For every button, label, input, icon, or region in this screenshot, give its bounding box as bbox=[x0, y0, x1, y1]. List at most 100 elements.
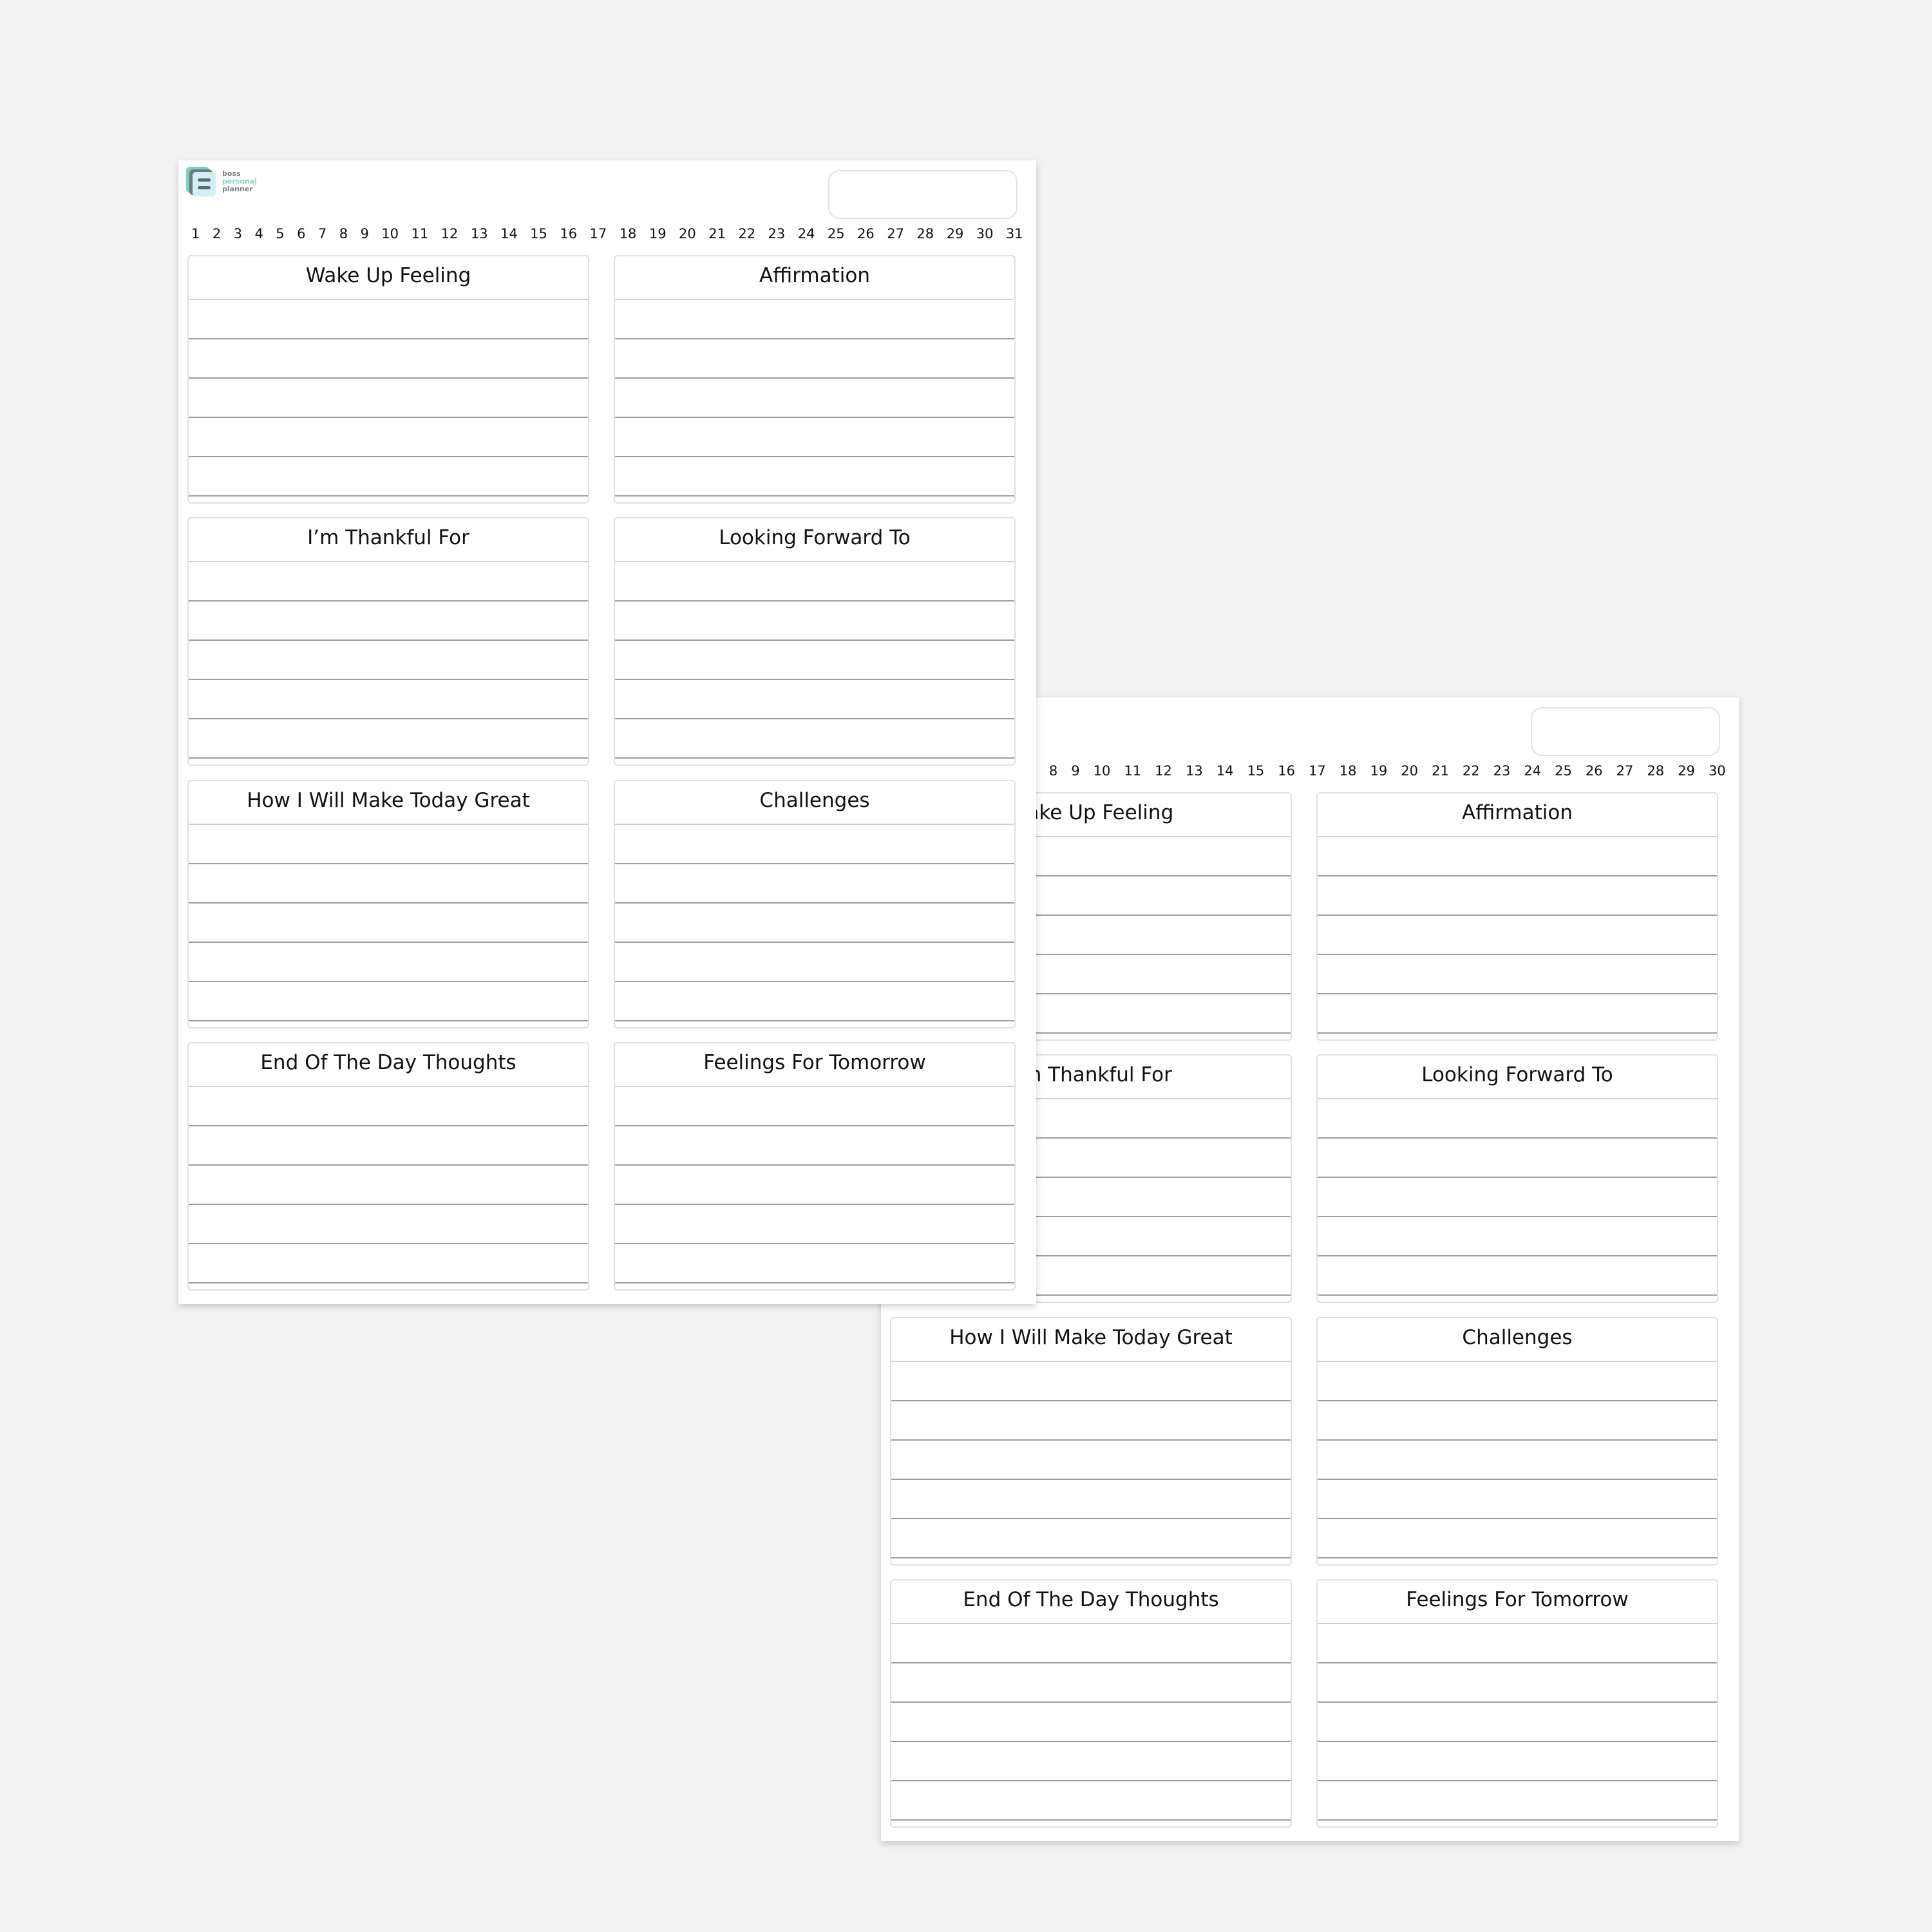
writing-line[interactable] bbox=[891, 1441, 1291, 1480]
day-10[interactable]: 10 bbox=[381, 226, 399, 242]
day-4[interactable]: 4 bbox=[254, 226, 263, 242]
writing-line[interactable] bbox=[189, 300, 588, 339]
writing-line[interactable] bbox=[189, 825, 588, 864]
day-22[interactable]: 22 bbox=[738, 226, 755, 242]
day-23[interactable]: 23 bbox=[768, 226, 786, 242]
day-10[interactable]: 10 bbox=[1094, 763, 1111, 779]
writing-line[interactable] bbox=[189, 864, 588, 904]
writing-line[interactable] bbox=[1318, 1441, 1717, 1480]
writing-line[interactable] bbox=[189, 943, 588, 982]
writing-line[interactable] bbox=[891, 1401, 1291, 1441]
day-14[interactable]: 14 bbox=[500, 226, 518, 242]
writing-line[interactable] bbox=[1318, 1663, 1717, 1703]
writing-line[interactable] bbox=[189, 339, 588, 379]
day-13[interactable]: 13 bbox=[1186, 763, 1203, 779]
day-30[interactable]: 30 bbox=[1709, 763, 1726, 779]
day-19[interactable]: 19 bbox=[649, 226, 667, 242]
day-19[interactable]: 19 bbox=[1370, 763, 1388, 779]
writing-line[interactable] bbox=[1318, 1217, 1717, 1256]
day-18[interactable]: 18 bbox=[1340, 763, 1357, 779]
writing-line[interactable] bbox=[1318, 1178, 1717, 1217]
day-9[interactable]: 9 bbox=[361, 226, 369, 242]
day-30[interactable]: 30 bbox=[976, 226, 994, 242]
day-26[interactable]: 26 bbox=[857, 226, 875, 242]
day-6[interactable]: 6 bbox=[297, 226, 305, 242]
writing-line[interactable] bbox=[1318, 1139, 1717, 1178]
writing-line[interactable] bbox=[615, 418, 1014, 457]
writing-line[interactable] bbox=[1318, 837, 1717, 876]
writing-line[interactable] bbox=[1318, 916, 1717, 955]
writing-line[interactable] bbox=[891, 1663, 1291, 1703]
writing-line[interactable] bbox=[1318, 1703, 1717, 1742]
day-24[interactable]: 24 bbox=[1524, 763, 1541, 779]
writing-line[interactable] bbox=[189, 641, 588, 680]
writing-line[interactable] bbox=[189, 1244, 588, 1283]
day-16[interactable]: 16 bbox=[1278, 763, 1295, 779]
writing-line[interactable] bbox=[1318, 955, 1717, 994]
day-27[interactable]: 27 bbox=[1616, 763, 1634, 779]
day-9[interactable]: 9 bbox=[1071, 763, 1079, 779]
writing-line[interactable] bbox=[615, 680, 1014, 719]
writing-line[interactable] bbox=[615, 457, 1014, 497]
writing-line[interactable] bbox=[1318, 994, 1717, 1034]
writing-line[interactable] bbox=[615, 864, 1014, 904]
writing-line[interactable] bbox=[189, 457, 588, 497]
writing-line[interactable] bbox=[891, 1480, 1291, 1519]
writing-line[interactable] bbox=[891, 1624, 1291, 1663]
day-12[interactable]: 12 bbox=[441, 226, 459, 242]
writing-line[interactable] bbox=[1318, 1362, 1717, 1401]
writing-line[interactable] bbox=[615, 1166, 1014, 1205]
day-28[interactable]: 28 bbox=[916, 226, 934, 242]
day-8[interactable]: 8 bbox=[1049, 763, 1057, 779]
writing-line[interactable] bbox=[615, 1244, 1014, 1283]
day-15[interactable]: 15 bbox=[530, 226, 547, 242]
day-25[interactable]: 25 bbox=[1555, 763, 1572, 779]
writing-line[interactable] bbox=[615, 641, 1014, 680]
day-17[interactable]: 17 bbox=[1309, 763, 1326, 779]
day-1[interactable]: 1 bbox=[191, 226, 200, 242]
writing-line[interactable] bbox=[1318, 1742, 1717, 1781]
day-20[interactable]: 20 bbox=[679, 226, 696, 242]
day-3[interactable]: 3 bbox=[234, 226, 242, 242]
writing-line[interactable] bbox=[1318, 1401, 1717, 1441]
writing-line[interactable] bbox=[189, 719, 588, 759]
writing-line[interactable] bbox=[615, 719, 1014, 759]
day-28[interactable]: 28 bbox=[1647, 763, 1664, 779]
day-5[interactable]: 5 bbox=[276, 226, 284, 242]
day-21[interactable]: 21 bbox=[1432, 763, 1449, 779]
day-2[interactable]: 2 bbox=[213, 226, 221, 242]
writing-line[interactable] bbox=[189, 418, 588, 457]
writing-line[interactable] bbox=[1318, 1256, 1717, 1296]
day-17[interactable]: 17 bbox=[590, 226, 607, 242]
writing-line[interactable] bbox=[189, 904, 588, 943]
writing-line[interactable] bbox=[615, 1205, 1014, 1244]
writing-line[interactable] bbox=[615, 601, 1014, 641]
writing-line[interactable] bbox=[615, 982, 1014, 1021]
day-27[interactable]: 27 bbox=[887, 226, 904, 242]
writing-line[interactable] bbox=[615, 562, 1014, 601]
day-26[interactable]: 26 bbox=[1586, 763, 1603, 779]
date-field[interactable] bbox=[1531, 707, 1720, 756]
day-31[interactable]: 31 bbox=[1006, 226, 1023, 242]
day-29[interactable]: 29 bbox=[1678, 763, 1695, 779]
writing-line[interactable] bbox=[189, 1205, 588, 1244]
writing-line[interactable] bbox=[615, 943, 1014, 982]
writing-line[interactable] bbox=[615, 379, 1014, 418]
writing-line[interactable] bbox=[1318, 876, 1717, 916]
writing-line[interactable] bbox=[615, 1087, 1014, 1126]
day-20[interactable]: 20 bbox=[1401, 763, 1418, 779]
day-24[interactable]: 24 bbox=[798, 226, 815, 242]
day-13[interactable]: 13 bbox=[471, 226, 488, 242]
day-25[interactable]: 25 bbox=[828, 226, 845, 242]
writing-line[interactable] bbox=[891, 1362, 1291, 1401]
writing-line[interactable] bbox=[615, 1126, 1014, 1166]
writing-line[interactable] bbox=[1318, 1099, 1717, 1139]
day-14[interactable]: 14 bbox=[1217, 763, 1234, 779]
writing-line[interactable] bbox=[891, 1703, 1291, 1742]
day-22[interactable]: 22 bbox=[1463, 763, 1480, 779]
date-field[interactable] bbox=[828, 170, 1018, 219]
day-11[interactable]: 11 bbox=[411, 226, 428, 242]
writing-line[interactable] bbox=[615, 339, 1014, 379]
writing-line[interactable] bbox=[615, 825, 1014, 864]
writing-line[interactable] bbox=[891, 1742, 1291, 1781]
